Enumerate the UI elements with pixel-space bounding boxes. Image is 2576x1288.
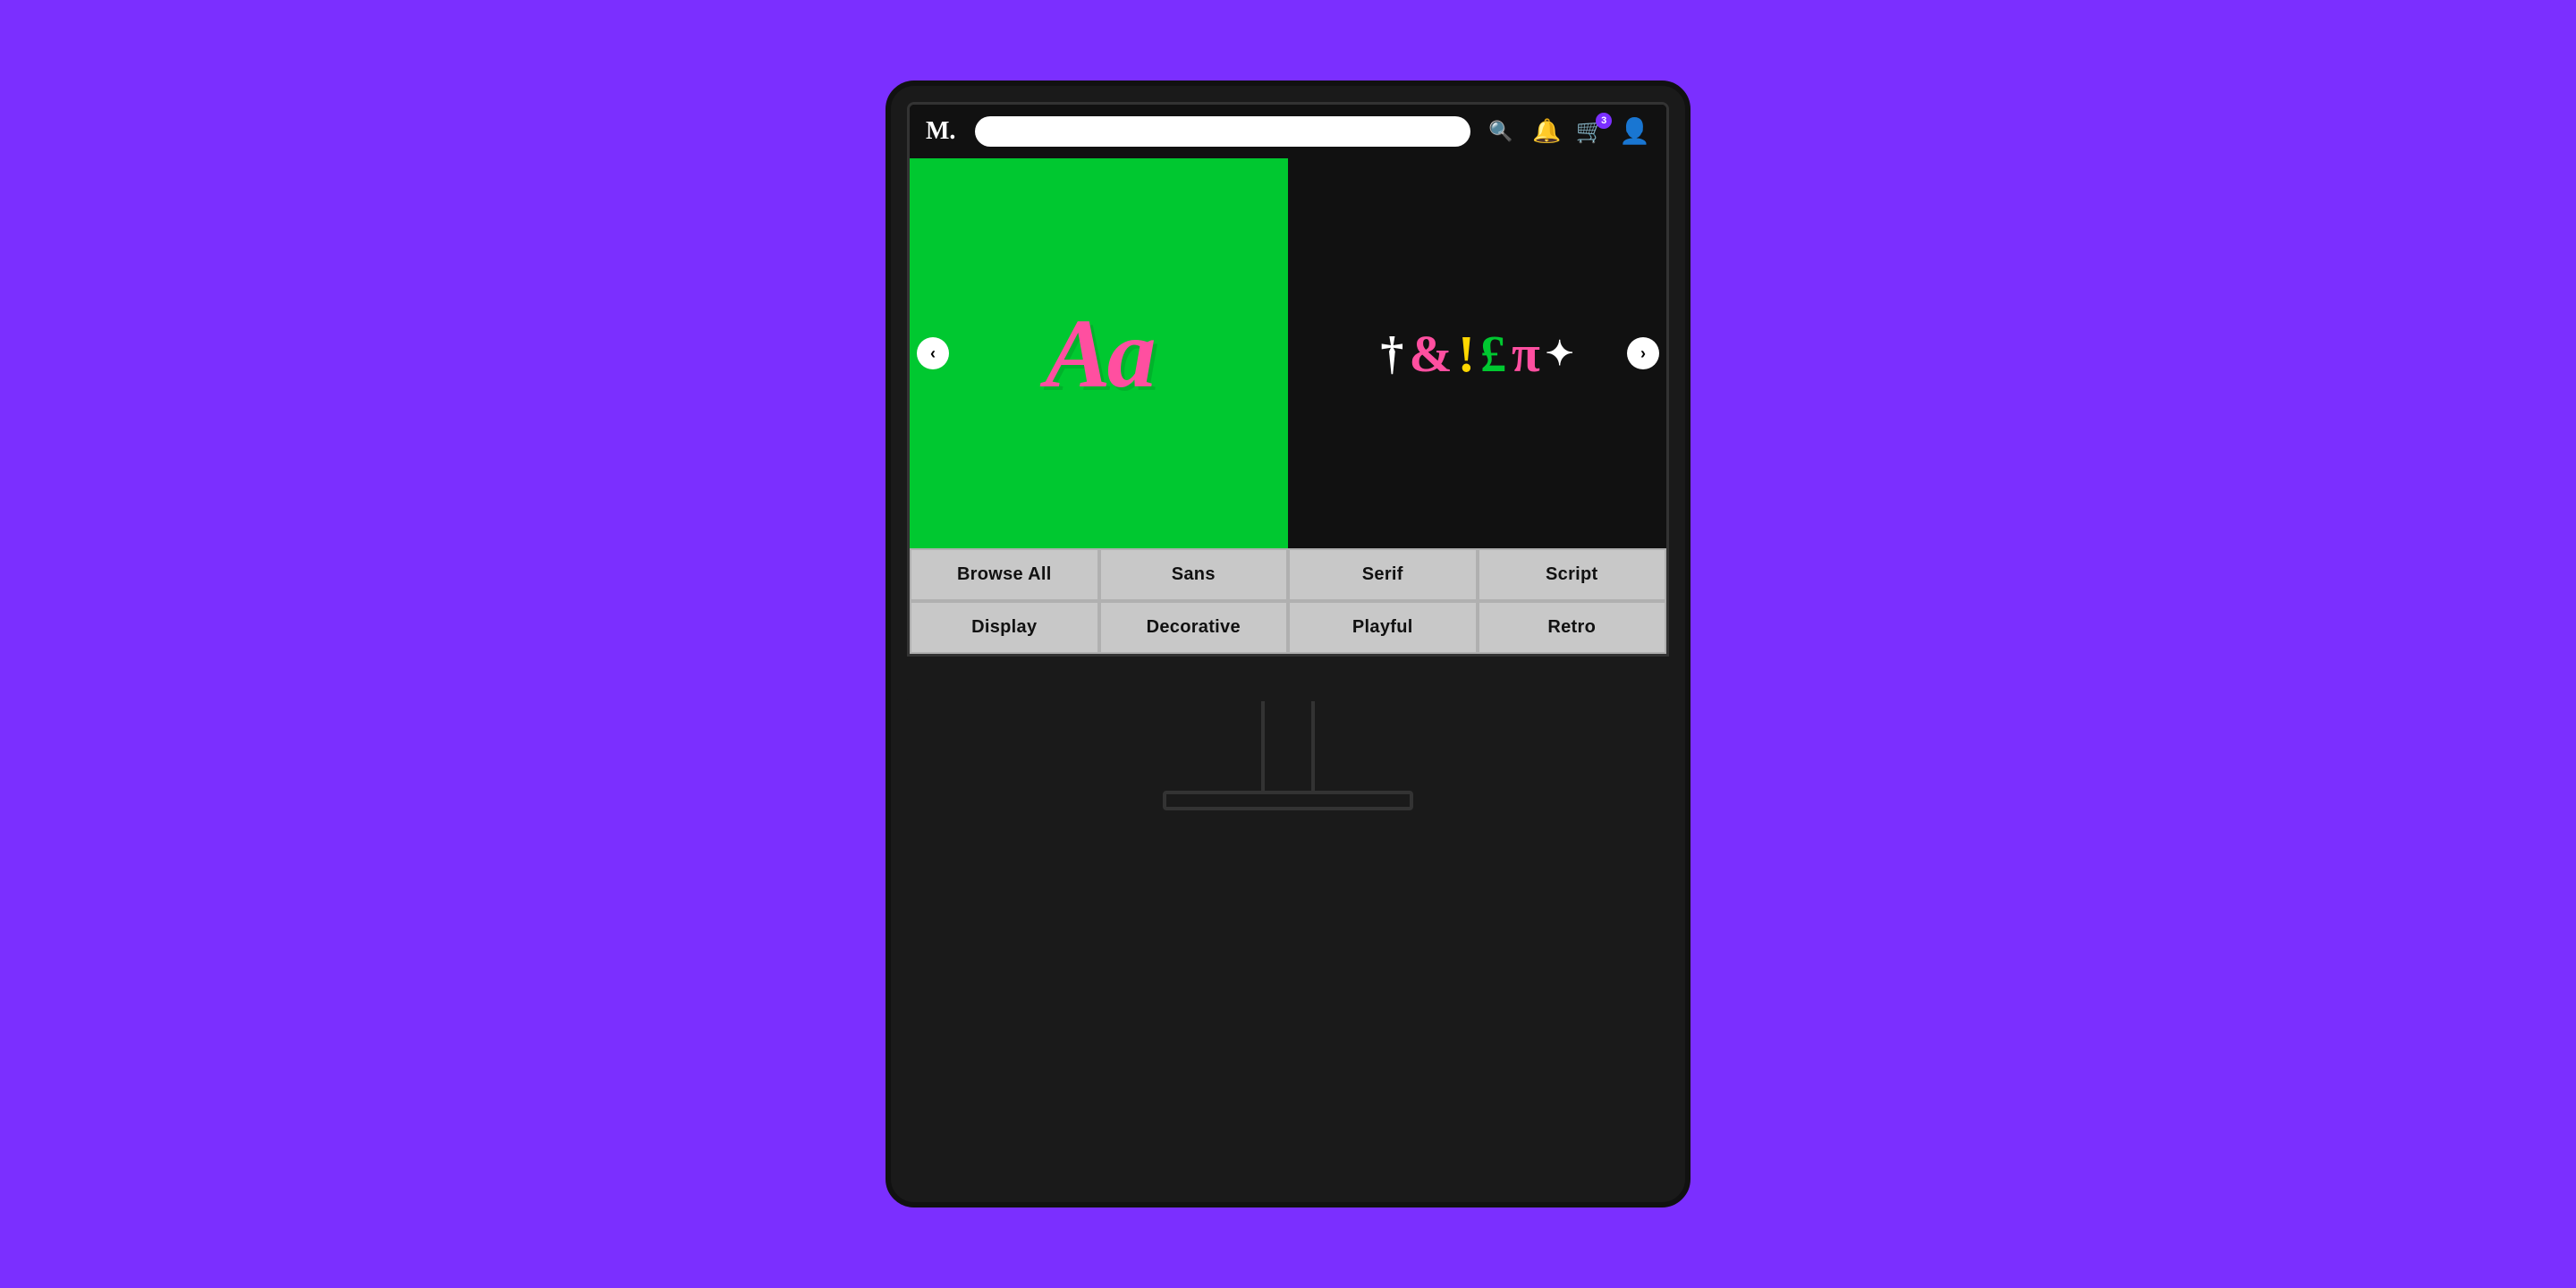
symbol-exclamation: ! — [1458, 324, 1475, 384]
symbol-pound: £ — [1480, 324, 1506, 384]
carousel-prev-button[interactable]: ‹ — [917, 337, 949, 369]
hero-banner-right: † & ! £ π ✦ — [1288, 158, 1666, 548]
notification-bell-wrap[interactable]: 🔔 — [1532, 118, 1561, 145]
category-browse-all[interactable]: Browse All — [910, 548, 1099, 601]
chevron-left-icon: ‹ — [930, 344, 936, 363]
cart-badge: 3 — [1596, 113, 1612, 129]
category-script[interactable]: Script — [1478, 548, 1667, 601]
category-playful[interactable]: Playful — [1288, 601, 1478, 654]
category-decorative[interactable]: Decorative — [1099, 601, 1289, 654]
category-retro[interactable]: Retro — [1478, 601, 1667, 654]
hero-banner-left: Aa — [910, 158, 1288, 548]
monitor-stand — [1163, 701, 1413, 810]
nav-icons: 🔔 🛒 3 👤 — [1532, 116, 1650, 147]
category-serif[interactable]: Serif — [1288, 548, 1478, 601]
category-grid: Browse All Sans Serif Script Display Dec… — [910, 548, 1666, 654]
monitor: M. 🔍 🔔 🛒 3 👤 ‹ — [886, 80, 1690, 1208]
hero-left-display: Aa — [1045, 304, 1152, 402]
screen: M. 🔍 🔔 🛒 3 👤 ‹ — [907, 102, 1669, 657]
search-bar[interactable] — [975, 116, 1470, 147]
symbol-snowflake: ✦ — [1546, 334, 1574, 374]
search-icon[interactable]: 🔍 — [1488, 120, 1513, 143]
cart-wrap[interactable]: 🛒 3 — [1576, 118, 1605, 145]
symbol-ampersand: & — [1409, 324, 1452, 384]
category-sans[interactable]: Sans — [1099, 548, 1289, 601]
user-wrap[interactable]: 👤 — [1619, 116, 1650, 147]
bell-icon[interactable]: 🔔 — [1532, 118, 1561, 145]
stand-base — [1163, 791, 1413, 810]
carousel-next-button[interactable]: › — [1627, 337, 1659, 369]
navbar: M. 🔍 🔔 🛒 3 👤 — [910, 105, 1666, 158]
search-input[interactable] — [987, 124, 1458, 139]
symbol-display: † & ! £ π ✦ — [1380, 324, 1573, 384]
symbol-pi: π — [1512, 324, 1540, 384]
app-logo: M. — [926, 117, 955, 146]
category-display[interactable]: Display — [910, 601, 1099, 654]
stand-neck — [1261, 701, 1315, 791]
monitor-bottom-bezel — [907, 657, 1669, 701]
chevron-right-icon: › — [1640, 344, 1646, 363]
user-icon[interactable]: 👤 — [1619, 116, 1650, 147]
symbol-dagger: † — [1380, 327, 1403, 380]
hero-row: ‹ Aa † & ! £ π ✦ › — [910, 158, 1666, 548]
